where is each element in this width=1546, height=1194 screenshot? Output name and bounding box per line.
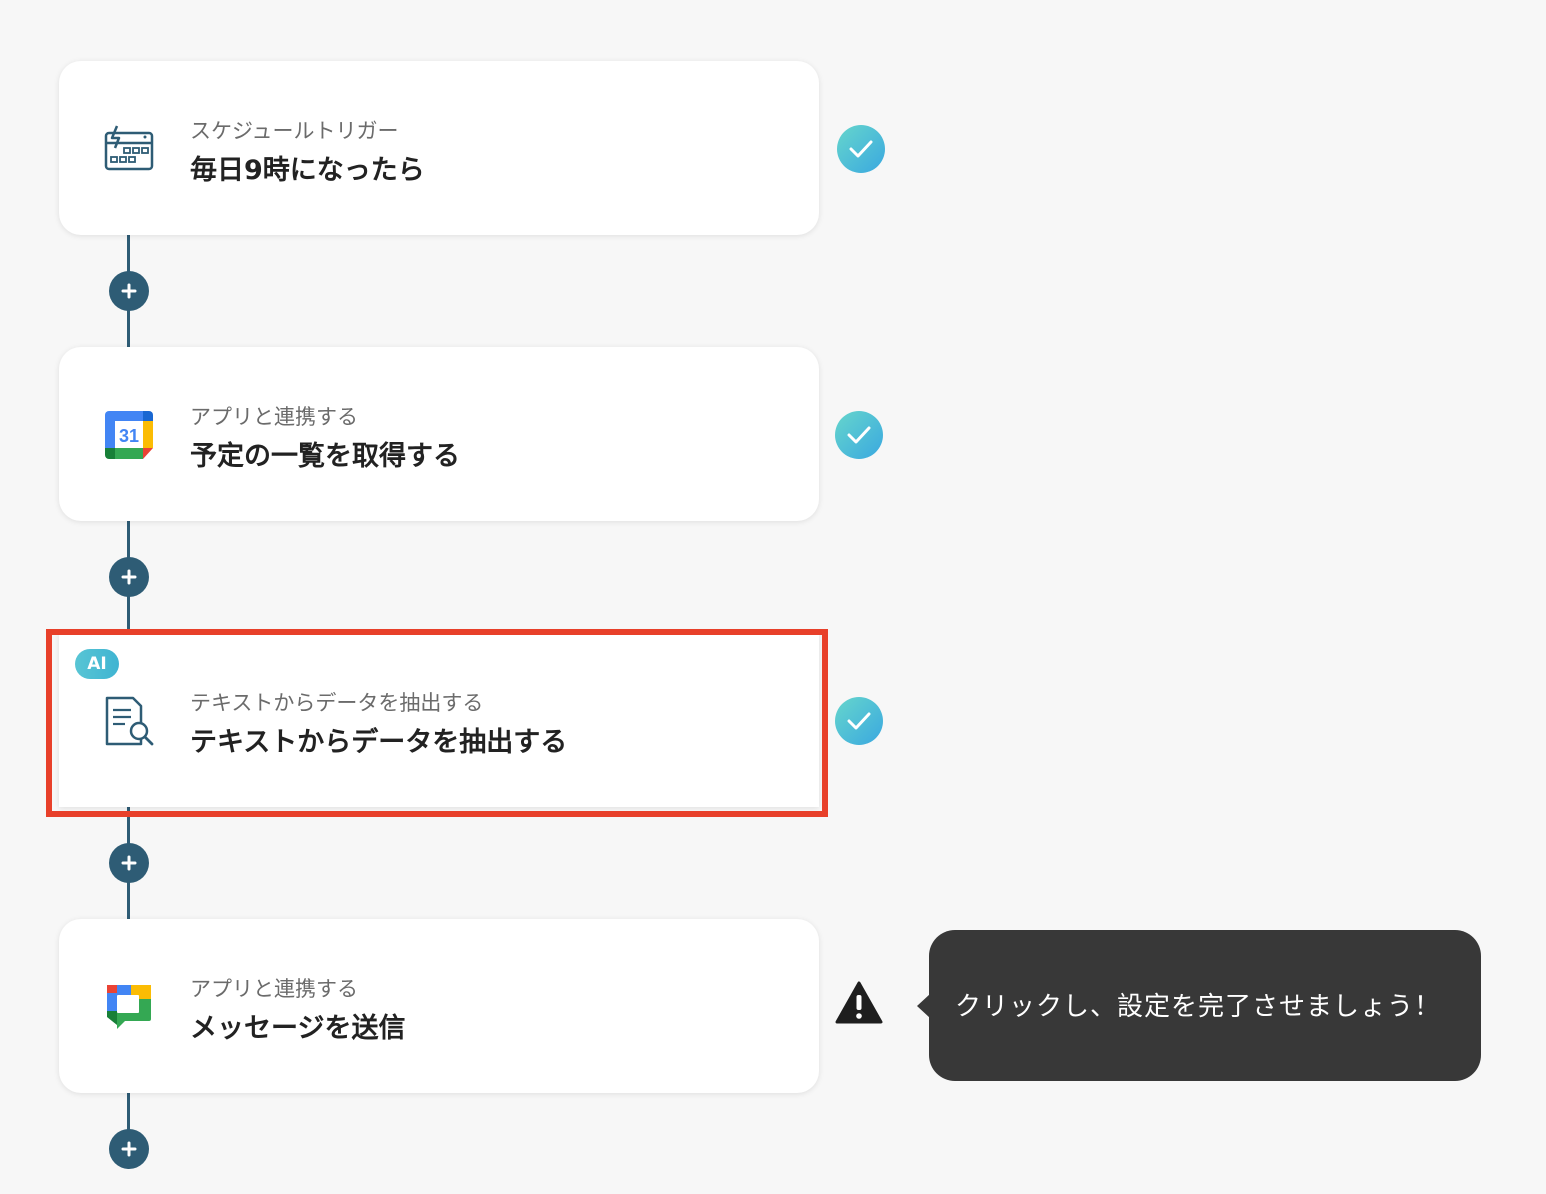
status-complete-icon (835, 411, 883, 459)
step-title: 予定の一覧を取得する (190, 441, 460, 472)
add-step-button[interactable] (109, 843, 149, 883)
ai-badge: AI (75, 649, 119, 679)
step-subtitle: スケジュールトリガー (190, 119, 399, 143)
document-search-icon (103, 695, 155, 747)
add-step-button[interactable] (109, 1129, 149, 1169)
status-complete-icon (837, 125, 885, 173)
plus-icon (121, 855, 137, 871)
step-subtitle: アプリと連携する (190, 977, 358, 1001)
step-card-calendar[interactable]: 31 アプリと連携する 予定の一覧を取得する (59, 347, 819, 521)
plus-icon (121, 283, 137, 299)
add-step-button[interactable] (109, 557, 149, 597)
step-title: メッセージを送信 (190, 1013, 406, 1044)
step-card-extract-text[interactable]: AI テキストからデータを抽出する テキストからデータを抽出する (59, 633, 819, 807)
step-title: 毎日9時になったら (190, 155, 425, 186)
add-step-button[interactable] (109, 271, 149, 311)
step-card-schedule-trigger[interactable]: スケジュールトリガー 毎日9時になったら (59, 61, 819, 235)
schedule-trigger-icon (103, 123, 155, 175)
status-complete-icon (835, 697, 883, 745)
step-title: テキストからデータを抽出する (190, 727, 568, 758)
calendar-day-number: 31 (119, 426, 139, 446)
setup-hint-tooltip: クリックし、設定を完了させましょう！ (917, 930, 1481, 1081)
google-calendar-icon: 31 (103, 409, 155, 461)
plus-icon (121, 569, 137, 585)
step-card-send-message[interactable]: アプリと連携する メッセージを送信 (59, 919, 819, 1093)
warning-icon (835, 980, 883, 1028)
tooltip-text: クリックし、設定を完了させましょう！ (955, 992, 1442, 1022)
google-chat-icon (103, 981, 155, 1033)
step-subtitle: テキストからデータを抽出する (190, 691, 484, 715)
step-subtitle: アプリと連携する (190, 405, 358, 429)
plus-icon (121, 1141, 137, 1157)
